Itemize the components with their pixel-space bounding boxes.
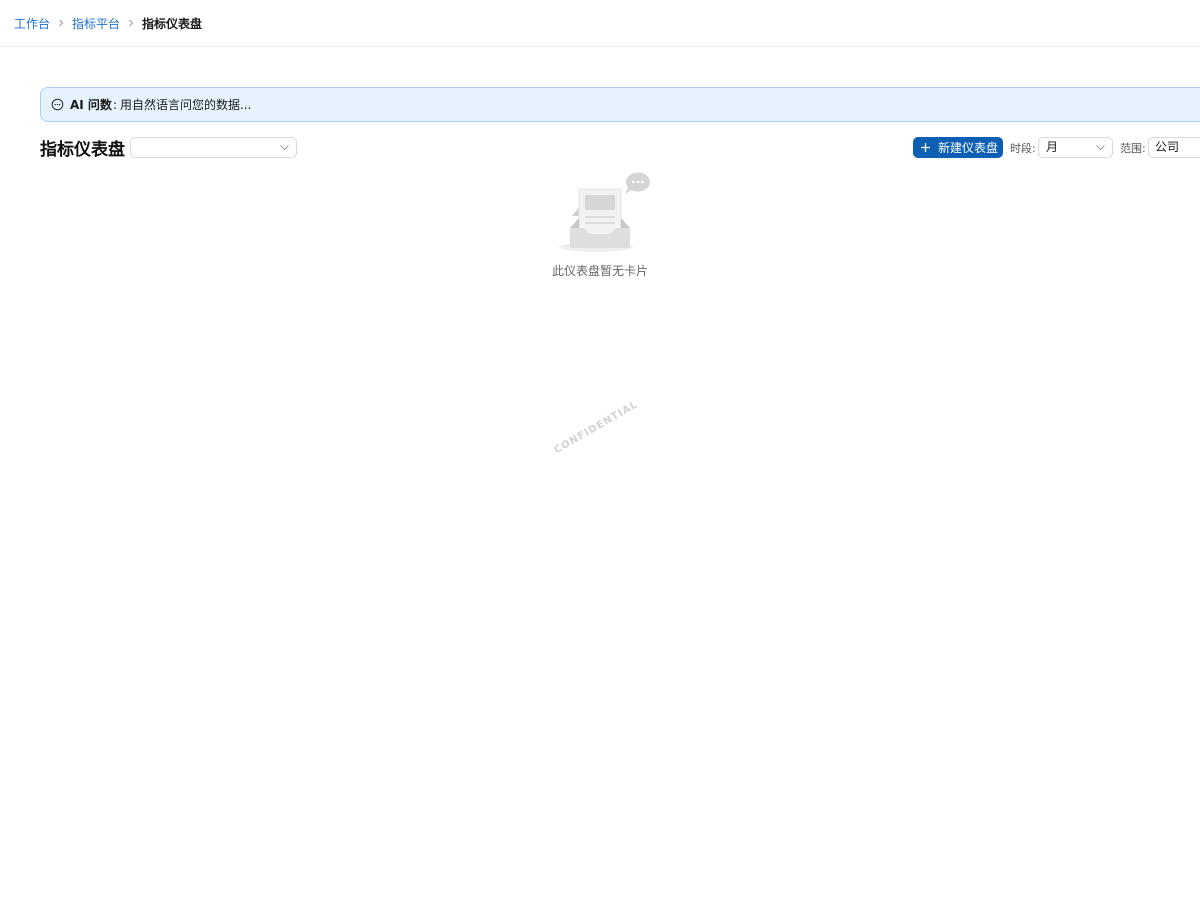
chevron-right-icon xyxy=(120,19,142,27)
ai-query-placeholder: 用自然语言问您的数据... xyxy=(119,98,252,112)
empty-state: 此仪表盘暂无卡片 xyxy=(500,170,700,279)
ai-query-label: AI 问数 xyxy=(70,98,112,112)
period-label: 时段: xyxy=(1010,142,1036,155)
chevron-right-icon xyxy=(50,19,72,27)
chat-bubble-icon xyxy=(51,98,64,111)
period-select[interactable]: 月 xyxy=(1038,137,1113,158)
dashboard-select[interactable] xyxy=(130,137,297,158)
page-title: 指标仪表盘 xyxy=(40,140,125,160)
dashboard-header: 指标仪表盘 新建仪表盘 时段: 月 范围: 公司 xyxy=(40,133,1200,161)
empty-inbox-icon xyxy=(559,172,650,252)
period-select-value: 月 xyxy=(1046,140,1059,154)
chevron-down-icon xyxy=(279,142,290,153)
new-dashboard-button[interactable]: 新建仪表盘 xyxy=(913,137,1003,158)
page: 工作台 指标平台 指标仪表盘 AI 问数: 用自然语言问您的数据... 指标仪表… xyxy=(0,0,1200,900)
breadcrumb-item-metrics-platform[interactable]: 指标平台 xyxy=(72,15,120,32)
scope-label: 范围: xyxy=(1120,142,1146,155)
new-dashboard-button-label: 新建仪表盘 xyxy=(938,141,999,155)
ai-query-bar[interactable]: AI 问数: 用自然语言问您的数据... xyxy=(40,87,1200,122)
breadcrumb-current: 指标仪表盘 xyxy=(142,16,203,31)
scope-select-value: 公司 xyxy=(1155,140,1180,154)
confidential-watermark: CONFIDENTIAL xyxy=(552,399,640,457)
scope-select[interactable]: 公司 xyxy=(1148,137,1200,158)
breadcrumb-item-workbench[interactable]: 工作台 xyxy=(14,15,50,32)
ai-query-separator: : xyxy=(112,97,117,112)
breadcrumb: 工作台 指标平台 指标仪表盘 xyxy=(0,0,1200,47)
empty-state-message: 此仪表盘暂无卡片 xyxy=(551,264,648,278)
plus-icon xyxy=(920,142,931,153)
chevron-down-icon xyxy=(1095,142,1106,153)
